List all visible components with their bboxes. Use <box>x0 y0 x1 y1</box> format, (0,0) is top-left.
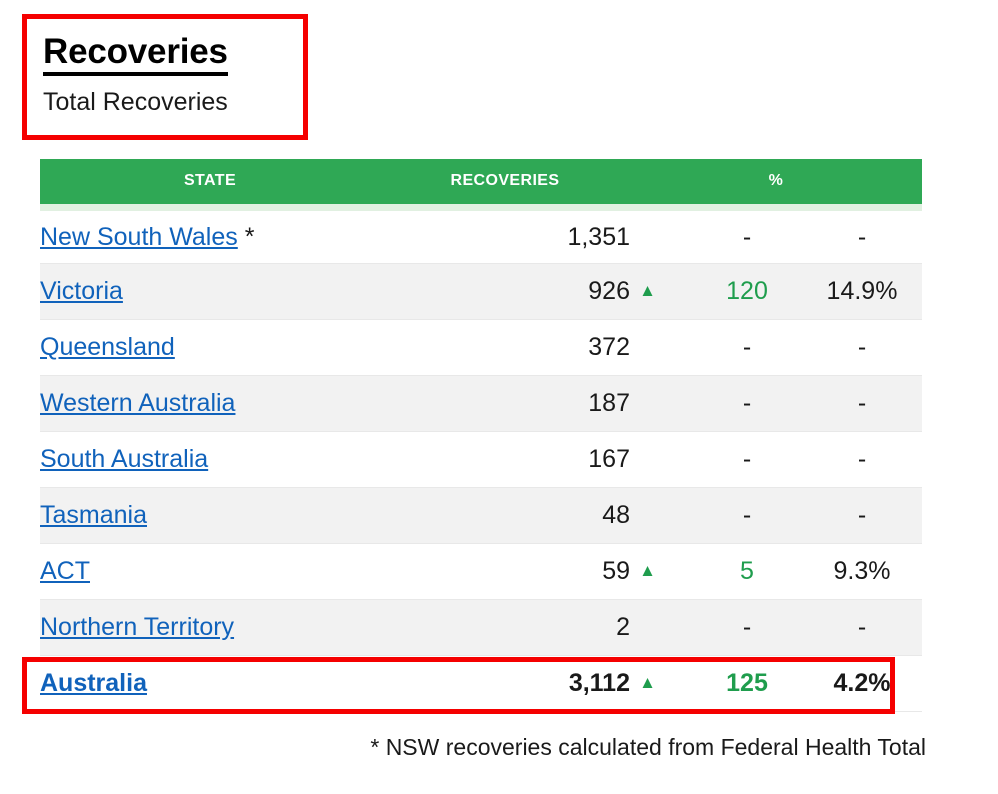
cell-recoveries-value: 187 <box>380 375 630 432</box>
triangle-up-icon: ▲ <box>639 281 656 300</box>
column-header-percent[interactable]: % <box>630 159 922 211</box>
cell-state: Queensland <box>40 319 380 376</box>
cell-state: Western Australia <box>40 375 380 432</box>
triangle-up-icon: ▲ <box>639 561 656 580</box>
cell-state: Northern Territory <box>40 599 380 656</box>
table-row: New South Wales * 1,351 -- <box>40 207 922 264</box>
page-title: Recoveries <box>43 33 228 76</box>
percent-value: - <box>857 445 867 473</box>
cell-state: New South Wales * <box>40 207 380 264</box>
change-value: - <box>742 389 752 417</box>
change-icon-placeholder <box>651 449 656 468</box>
triangle-up-icon: ▲ <box>639 673 656 692</box>
state-link[interactable]: Victoria <box>40 277 123 305</box>
table-body: New South Wales * 1,351 - - Victoria 926 ▲ 120… <box>40 207 922 712</box>
change-value: - <box>742 613 752 641</box>
cell-state: Tasmania <box>40 487 380 544</box>
cell-recoveries-value: 167 <box>380 431 630 488</box>
change-icon-placeholder <box>651 617 656 636</box>
cell-recoveries-value: 1,351 <box>380 207 630 264</box>
cell-change-and-percent: -- <box>630 375 922 432</box>
cell-recoveries-value: 2 <box>380 599 630 656</box>
change-icon-placeholder <box>651 337 656 356</box>
cell-change-and-percent: -- <box>630 487 922 544</box>
table-row: Tasmania 48 -- <box>40 487 922 544</box>
table-header: STATE RECOVERIES % <box>40 159 922 211</box>
cell-change-and-percent: ▲ 5 9.3% <box>630 543 922 600</box>
cell-state: South Australia <box>40 431 380 488</box>
change-value: 120 <box>726 277 768 305</box>
state-link[interactable]: South Australia <box>40 445 208 473</box>
cell-change-and-percent: -- <box>630 319 922 376</box>
state-link[interactable]: Northern Territory <box>40 613 234 641</box>
percent-value: - <box>857 222 867 251</box>
table-header-row: STATE RECOVERIES % <box>40 159 922 211</box>
column-header-recoveries[interactable]: RECOVERIES <box>380 159 630 211</box>
state-footnote-marker: * <box>237 222 255 251</box>
state-link[interactable]: Tasmania <box>40 501 147 529</box>
cell-state: ACT <box>40 543 380 600</box>
table-row-total: Australia 3,112 ▲ 125 4.2% <box>40 655 922 712</box>
change-icon-placeholder <box>651 393 656 412</box>
table-row: ACT 59 ▲ 5 9.3% <box>40 543 922 600</box>
table-row: Victoria 926 ▲ 120 14.9% <box>40 263 922 320</box>
percent-value: - <box>857 613 867 641</box>
cell-change-and-percent: -- <box>630 431 922 488</box>
cell-recoveries-value: 59 <box>380 543 630 600</box>
change-value: - <box>742 501 752 529</box>
footnote-text: * NSW recoveries calculated from Federal… <box>370 734 926 760</box>
change-value: - <box>742 445 752 473</box>
cell-change-and-percent: ▲ 120 14.9% <box>630 263 922 320</box>
change-value: 5 <box>740 557 754 585</box>
table-row: Northern Territory 2 -- <box>40 599 922 656</box>
percent-value: 4.2% <box>833 669 891 697</box>
page-subtitle: Total Recoveries <box>43 87 228 116</box>
change-value: - <box>742 333 752 361</box>
change-value: 125 <box>726 669 768 697</box>
percent-value: - <box>857 333 867 361</box>
state-link[interactable]: Australia <box>40 669 147 697</box>
cell-recoveries-value: 926 <box>380 263 630 320</box>
percent-value: - <box>857 501 867 529</box>
state-link[interactable]: Queensland <box>40 333 175 361</box>
percent-value: - <box>857 389 867 417</box>
title-highlight-box: Recoveries Total Recoveries <box>22 14 308 140</box>
cell-state: Victoria <box>40 263 380 320</box>
table-row: South Australia 167 -- <box>40 431 922 488</box>
table-row: Western Australia 187 -- <box>40 375 922 432</box>
percent-value: 9.3% <box>833 557 891 585</box>
cell-change-and-percent: ▲ 125 4.2% <box>630 655 922 712</box>
recoveries-table: STATE RECOVERIES % New South Wales * 1,35… <box>40 159 922 712</box>
cell-recoveries-value: 48 <box>380 487 630 544</box>
change-icon-placeholder <box>651 227 656 246</box>
change-icon-placeholder <box>651 505 656 524</box>
percent-value: 14.9% <box>826 277 898 305</box>
cell-state: Australia <box>40 655 380 712</box>
column-header-state[interactable]: STATE <box>40 159 380 211</box>
cell-recoveries-value: 372 <box>380 319 630 376</box>
cell-change-and-percent: -- <box>630 207 922 264</box>
change-value: - <box>742 222 752 251</box>
state-link[interactable]: ACT <box>40 557 90 585</box>
cell-change-and-percent: -- <box>630 599 922 656</box>
cell-recoveries-value: 3,112 <box>380 655 630 712</box>
table-row: Queensland 372 -- <box>40 319 922 376</box>
title-container: Recoveries Total Recoveries <box>27 19 303 116</box>
state-link[interactable]: New South Wales <box>40 223 238 251</box>
state-link[interactable]: Western Australia <box>40 389 235 417</box>
